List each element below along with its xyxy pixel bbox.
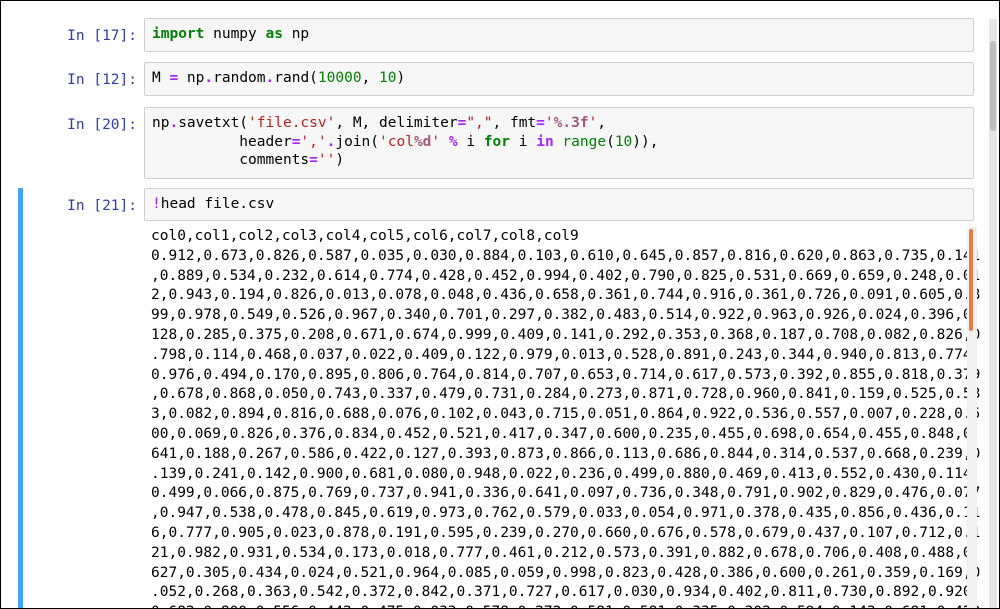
output-line: .052,0.268,0.363,0.542,0.372,0.842,0.371… — [151, 584, 981, 601]
output-line: .798,0.114,0.468,0.037,0.022,0.409,0.122… — [151, 346, 981, 363]
output-line: ,0.889,0.534,0.232,0.614,0.774,0.428,0.4… — [151, 267, 981, 284]
code-input[interactable]: import numpy as np — [144, 18, 974, 52]
output-line: 6,0.777,0.905,0.023,0.878,0.191,0.595,0.… — [151, 524, 981, 541]
output-line: 0.682,0.800,0.556,0.442,0.475,0.033,0.57… — [151, 603, 980, 608]
output-line: 21,0.982,0.931,0.534,0.173,0.018,0.777,0… — [151, 544, 981, 561]
output-line: 00,0.069,0.826,0.376,0.834,0.452,0.521,0… — [151, 425, 981, 442]
output-line: 3,0.082,0.894,0.816,0.688,0.076,0.102,0.… — [151, 406, 981, 423]
output-line: 128,0.285,0.375,0.208,0.671,0.674,0.999,… — [151, 326, 981, 343]
output-line: 641,0.188,0.267,0.586,0.422,0.127,0.393,… — [151, 445, 981, 462]
output-line: .139,0.241,0.142,0.900,0.681,0.080,0.948… — [151, 465, 981, 482]
output-line: ,0.947,0.538,0.478,0.845,0.619,0.973,0.7… — [151, 505, 981, 522]
notebook-page: In [17]: import numpy as np In [12]: M =… — [0, 0, 1000, 609]
output-line: 627,0.305,0.434,0.024,0.521,0.964,0.085,… — [151, 564, 981, 581]
code-input[interactable]: np.savetxt('file.csv', M, delimiter=",",… — [144, 107, 974, 179]
cell-prompt: In [21]: — [67, 198, 137, 214]
cell-prompt: In [12]: — [67, 72, 137, 88]
output-line: 0.912,0.673,0.826,0.587,0.035,0.030,0.88… — [151, 247, 981, 264]
cell-output: col0,col1,col2,col3,col4,col5,col6,col7,… — [151, 227, 981, 608]
output-line: 0.976,0.494,0.170,0.895,0.806,0.764,0.81… — [151, 366, 981, 383]
output-line: ,0.678,0.868,0.050,0.743,0.337,0.479,0.7… — [151, 386, 981, 403]
output-line: 0.499,0.066,0.875,0.769,0.737,0.941,0.33… — [151, 485, 981, 502]
cell-prompt: In [17]: — [67, 28, 137, 44]
output-line: 99,0.978,0.549,0.526,0.967,0.340,0.701,0… — [151, 307, 981, 324]
output-line: 2,0.943,0.194,0.826,0.013,0.078,0.048,0.… — [151, 287, 981, 304]
code-input[interactable]: !head file.csv — [144, 188, 974, 221]
output-line: col0,col1,col2,col3,col4,col5,col6,col7,… — [151, 228, 579, 244]
cell-prompt: In [20]: — [67, 117, 137, 133]
page-scroll-thumb[interactable] — [990, 41, 996, 131]
code-input[interactable]: M = np.random.rand(10000, 10) — [144, 62, 974, 96]
selected-cell-indicator — [18, 188, 23, 608]
output-scroll-thumb[interactable] — [969, 229, 973, 331]
